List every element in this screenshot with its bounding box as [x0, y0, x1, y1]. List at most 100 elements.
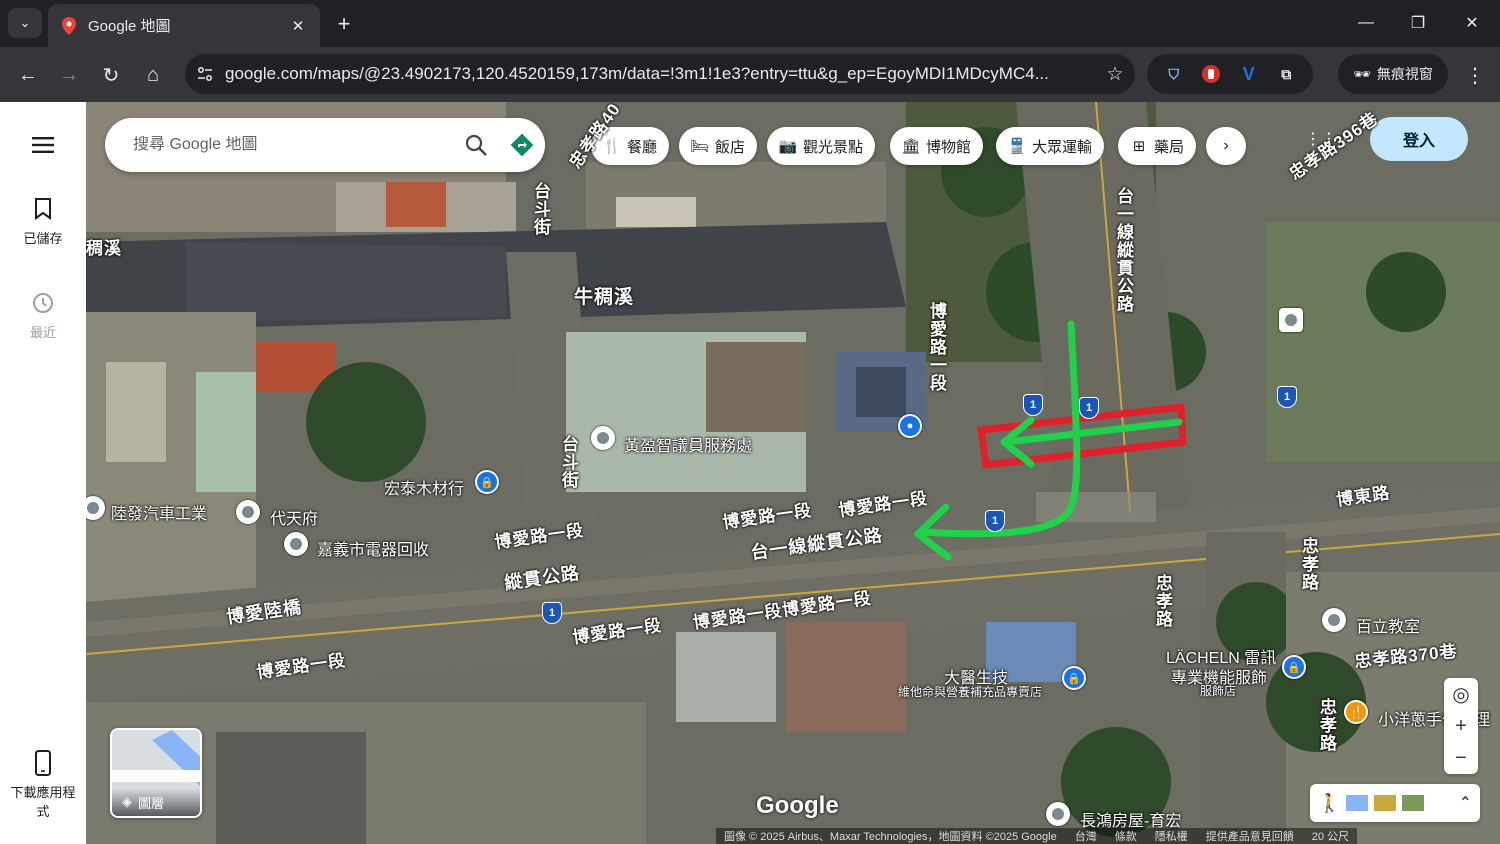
stop-extension-icon[interactable]	[1199, 62, 1223, 86]
country-link[interactable]: 台灣	[1075, 828, 1097, 844]
chevron-down-icon: ⌄	[19, 15, 31, 30]
highway-shield: 1	[542, 602, 562, 624]
v-extension-icon[interactable]: V	[1237, 62, 1261, 86]
bookmark-star-icon[interactable]: ☆	[1095, 63, 1135, 86]
menu-button[interactable]	[0, 132, 86, 164]
place-pin[interactable]	[591, 426, 615, 450]
layers-label: 圖層	[138, 795, 165, 811]
close-window-button[interactable]: ✕	[1452, 8, 1492, 38]
imagery-thumb[interactable]	[1346, 795, 1369, 811]
new-tab-button[interactable]: +	[330, 10, 358, 38]
highway-shield: 1	[1023, 394, 1043, 416]
attribution-bar: 圖像 © 2025 Airbus、Maxar Technologies，地圖資料…	[716, 828, 1358, 844]
highway-shield: 1	[985, 510, 1005, 532]
poi-label[interactable]: 嘉義市電器回收	[317, 536, 429, 560]
satellite-imagery	[86, 102, 1500, 844]
restore-button[interactable]: ❐	[1398, 8, 1438, 38]
active-tab[interactable]: Google 地圖 ✕	[48, 4, 320, 47]
home-button[interactable]: ⌂	[137, 59, 169, 91]
hotel-icon: 🛏	[690, 138, 710, 155]
map-controls: ◎ + −	[1444, 678, 1478, 774]
maps-side-rail: 已儲存 最近 下載應用程 式	[0, 102, 86, 844]
chip-museums[interactable]: 🏛 博物館	[890, 127, 984, 165]
google-logo: Google	[756, 792, 839, 819]
saved-button[interactable]: 已儲存	[0, 196, 86, 247]
chip-label: 飯店	[715, 138, 746, 156]
address-bar[interactable]: google.com/maps/@23.4902173,120.4520159,…	[185, 54, 1135, 94]
feedback-link[interactable]: 提供產品意見回饋	[1206, 828, 1294, 844]
my-location-icon[interactable]: ◎	[1444, 678, 1478, 710]
close-tab-icon[interactable]: ✕	[288, 17, 308, 35]
recent-button[interactable]: 最近	[0, 290, 86, 341]
recent-label: 最近	[29, 325, 56, 340]
puzzle-extensions-icon[interactable]: ⧉	[1274, 62, 1298, 86]
privacy-link[interactable]: 隱私權	[1155, 828, 1188, 844]
poi-category: 服飾店	[1200, 684, 1237, 698]
search-box[interactable]	[105, 118, 545, 172]
restaurant-icon: 🍴	[602, 138, 622, 155]
directions-icon[interactable]	[499, 122, 545, 168]
tab-search-button[interactable]: ⌄	[8, 8, 42, 38]
shopping-pin-icon[interactable]: 🔒	[1282, 655, 1306, 679]
download-app-button[interactable]: 下載應用程 式	[0, 750, 86, 820]
hamburger-menu-icon	[30, 132, 56, 158]
imagery-thumb[interactable]	[1374, 795, 1397, 811]
sign-in-button[interactable]: 登入	[1370, 117, 1468, 161]
bookmark-icon	[30, 196, 56, 222]
search-input[interactable]	[133, 136, 453, 154]
poi-label[interactable]: 百立教室	[1356, 613, 1420, 637]
road-label-tai1-vertical: 台一線縱貫公路	[1114, 187, 1133, 313]
bike-icon[interactable]	[1279, 308, 1303, 332]
poi-label[interactable]: 代天府	[270, 505, 318, 529]
chip-label: 藥局	[1154, 138, 1185, 156]
imagery-thumb[interactable]	[1402, 795, 1425, 811]
shopping-pin-icon[interactable]: 🔒	[1062, 666, 1086, 690]
satellite-map[interactable]: 🍴 餐廳 🛏 飯店 📷 觀光景點 🏛 博物館 🚆 大眾運輸 ⊞ 藥局 › ⋮⋮⋮…	[86, 102, 1500, 844]
place-pin[interactable]	[1046, 802, 1070, 826]
zoom-out-button[interactable]: −	[1444, 742, 1478, 774]
chip-hotels[interactable]: 🛏 飯店	[679, 127, 758, 165]
scale-label[interactable]: 20 公尺	[1312, 828, 1349, 844]
restaurant-pin-icon[interactable]: 🍴	[1344, 700, 1368, 724]
museum-icon: 🏛	[901, 138, 921, 155]
layers-button[interactable]: ◈ 圖層	[110, 728, 202, 818]
incognito-badge[interactable]: 🕶 無痕視窗	[1338, 54, 1448, 94]
zoom-in-button[interactable]: +	[1444, 710, 1478, 742]
minimize-button[interactable]: —	[1346, 8, 1386, 38]
river-label: 牛稠溪	[574, 287, 635, 308]
terms-link[interactable]: 條款	[1115, 828, 1137, 844]
politics-pin-icon[interactable]: ●	[898, 414, 922, 438]
chip-pharmacy[interactable]: ⊞ 藥局	[1118, 127, 1197, 165]
search-icon[interactable]	[453, 122, 499, 168]
extensions-area: ⛉ V ⧉	[1147, 54, 1313, 94]
reload-button[interactable]: ↻	[95, 59, 127, 91]
incognito-label: 無痕視窗	[1376, 66, 1433, 82]
layers-icon: ◈	[122, 794, 132, 809]
poi-label[interactable]: 陸發汽車工業	[111, 500, 207, 524]
highway-shield: 1	[1277, 386, 1297, 408]
school-pin-icon[interactable]	[1322, 608, 1346, 632]
shopping-pin-icon[interactable]: 🔒	[475, 470, 499, 494]
transit-icon: 🚆	[1007, 138, 1027, 155]
tab-strip: ⌄ Google 地圖 ✕ + — ❐ ✕	[0, 0, 1500, 47]
imagery-credit: 圖像 © 2025 Airbus、Maxar Technologies，地圖資料…	[724, 831, 1057, 843]
chip-transit[interactable]: 🚆 大眾運輸	[996, 127, 1105, 165]
saved-label: 已儲存	[23, 231, 63, 246]
browser-menu-button[interactable]: ⋮	[1460, 59, 1490, 91]
browser-toolbar: ← → ↻ ⌂ google.com/maps/@23.4902173,120.…	[0, 47, 1500, 102]
forward-button[interactable]: →	[53, 59, 85, 91]
poi-label[interactable]: 宏泰木材行	[384, 475, 464, 499]
back-button[interactable]: ←	[12, 59, 44, 91]
place-pin[interactable]	[284, 532, 308, 556]
shield-extension-icon[interactable]: ⛉	[1162, 62, 1186, 86]
poi-label[interactable]: 黃盈智議員服務處	[624, 432, 752, 456]
temple-pin-icon[interactable]	[236, 500, 260, 524]
pegman-icon[interactable]: 🚶	[1318, 793, 1340, 814]
road-label-zhongxiao-a: 忠孝路	[1299, 537, 1318, 591]
chip-label: 觀光景點	[803, 138, 864, 156]
chip-attractions[interactable]: 📷 觀光景點	[767, 127, 876, 165]
chips-scroll-right-button[interactable]: ›	[1206, 127, 1246, 165]
road-label-taidou-mid: 台斗街	[559, 435, 578, 489]
expand-up-icon[interactable]: ⌃	[1459, 793, 1472, 813]
site-info-icon[interactable]	[185, 54, 225, 94]
